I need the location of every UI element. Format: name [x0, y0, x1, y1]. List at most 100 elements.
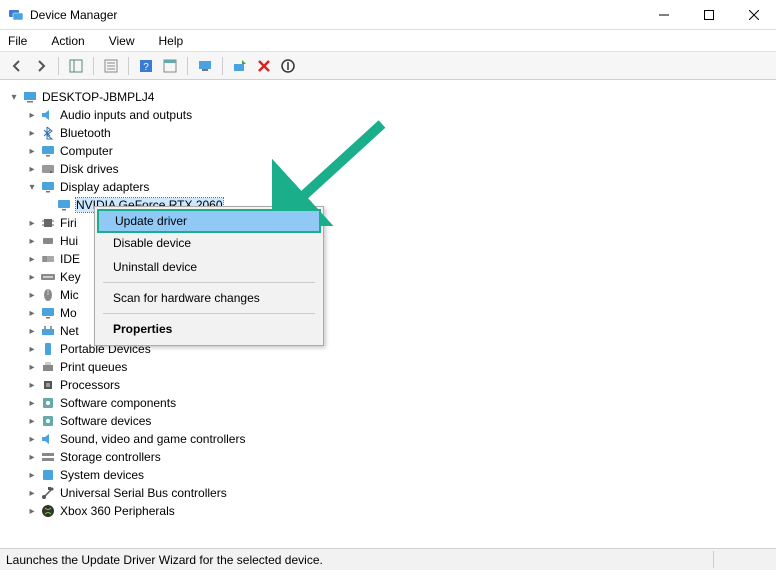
xbox-icon — [40, 503, 56, 519]
tree-category[interactable]: ▸Audio inputs and outputs — [0, 106, 776, 124]
menu-view[interactable]: View — [105, 32, 139, 50]
tree-category[interactable]: ▸ Print queues — [0, 358, 776, 376]
expander-icon[interactable]: ▸ — [26, 361, 38, 373]
context-menu-item[interactable]: Scan for hardware changes — [97, 286, 321, 310]
action-list-button[interactable] — [159, 55, 181, 77]
monitor-icon — [40, 143, 56, 159]
expander-icon[interactable]: ▸ — [26, 307, 38, 319]
tree-category-label: Universal Serial Bus controllers — [60, 486, 227, 500]
monitor-icon — [56, 197, 72, 213]
software-icon — [40, 395, 56, 411]
cpu-icon — [40, 377, 56, 393]
forward-button[interactable] — [30, 55, 52, 77]
expander-icon[interactable]: ▸ — [26, 127, 38, 139]
expander-icon[interactable]: ▸ — [26, 379, 38, 391]
tree-category[interactable]: ▸ Computer — [0, 142, 776, 160]
tree-category[interactable]: ▸Bluetooth — [0, 124, 776, 142]
tree-category[interactable]: ▾ Display adapters — [0, 178, 776, 196]
tree-category-label: Display adapters — [60, 180, 149, 194]
tree-category[interactable]: ▸ System devices — [0, 466, 776, 484]
expander-icon[interactable]: ▸ — [26, 163, 38, 175]
svg-text:?: ? — [143, 62, 149, 73]
tree-category-label: System devices — [60, 468, 144, 482]
mouse-icon — [40, 287, 56, 303]
expander-icon[interactable]: ▸ — [26, 235, 38, 247]
network-icon — [40, 323, 56, 339]
expander-icon[interactable]: ▸ — [26, 397, 38, 409]
context-menu-item[interactable]: Update driver — [97, 209, 321, 233]
maximize-button[interactable] — [686, 0, 731, 30]
tree-category-label: Disk drives — [60, 162, 119, 176]
properties-button[interactable] — [100, 55, 122, 77]
tree-category-label: Computer — [60, 144, 113, 158]
tree-category[interactable]: ▸ Disk drives — [0, 160, 776, 178]
disable-button[interactable] — [277, 55, 299, 77]
minimize-button[interactable] — [641, 0, 686, 30]
titlebar: Device Manager — [0, 0, 776, 30]
show-hide-tree-button[interactable] — [65, 55, 87, 77]
tree-category-label: Key — [60, 270, 81, 284]
portable-icon — [40, 341, 56, 357]
tree-category-label: Print queues — [60, 360, 127, 374]
expander-icon[interactable]: ▸ — [26, 145, 38, 157]
tree-category[interactable]: ▸Software components — [0, 394, 776, 412]
tree-category-label: Processors — [60, 378, 120, 392]
tree-category-label: Xbox 360 Peripherals — [60, 504, 175, 518]
speaker-icon — [40, 431, 56, 447]
hid-icon — [40, 233, 56, 249]
tree-category[interactable]: ▸ Xbox 360 Peripherals — [0, 502, 776, 520]
toolbar: ? — [0, 52, 776, 80]
context-menu-separator — [103, 313, 315, 314]
tree-category-label: Firi — [60, 216, 77, 230]
expander-icon[interactable]: ▸ — [26, 433, 38, 445]
tree-category[interactable]: ▸ Processors — [0, 376, 776, 394]
update-driver-button[interactable] — [229, 55, 251, 77]
expander-icon[interactable]: ▸ — [26, 271, 38, 283]
context-menu-item[interactable]: Properties — [97, 317, 321, 341]
menu-help[interactable]: Help — [155, 32, 188, 50]
context-menu-item[interactable]: Uninstall device — [97, 255, 321, 279]
menu-file[interactable]: File — [4, 32, 31, 50]
expander-icon[interactable]: ▸ — [26, 505, 38, 517]
expander-icon[interactable]: ▸ — [26, 253, 38, 265]
uninstall-button[interactable] — [253, 55, 275, 77]
expander-icon[interactable]: ▸ — [26, 109, 38, 121]
tree-category[interactable]: ▸ Software devices — [0, 412, 776, 430]
expander-icon[interactable]: ▾ — [26, 181, 38, 193]
status-text: Launches the Update Driver Wizard for th… — [6, 553, 323, 567]
tree-root-label: DESKTOP-JBMPLJ4 — [42, 90, 154, 104]
tree-category-label: Sound, video and game controllers — [60, 432, 245, 446]
scan-hardware-button[interactable] — [194, 55, 216, 77]
pc-icon — [22, 89, 38, 105]
expander-icon[interactable]: ▸ — [26, 343, 38, 355]
tree-category[interactable]: ▸Storage controllers — [0, 448, 776, 466]
tree-category-label: Mic — [60, 288, 79, 302]
back-button[interactable] — [6, 55, 28, 77]
expander-icon[interactable]: ▸ — [26, 469, 38, 481]
expander-icon[interactable]: ▸ — [26, 217, 38, 229]
expander-icon[interactable]: ▸ — [26, 415, 38, 427]
speaker-icon — [40, 107, 56, 123]
ide-icon — [40, 251, 56, 267]
tree-category-label: IDE — [60, 252, 80, 266]
tree-root[interactable]: ▾ DESKTOP-JBMPLJ4 — [0, 88, 776, 106]
expander-icon[interactable]: ▾ — [8, 91, 20, 103]
close-button[interactable] — [731, 0, 776, 30]
help-button[interactable]: ? — [135, 55, 157, 77]
software-icon — [40, 413, 56, 429]
expander-icon[interactable]: ▸ — [26, 451, 38, 463]
app-icon — [8, 7, 24, 23]
expander-icon[interactable]: ▸ — [26, 487, 38, 499]
menu-action[interactable]: Action — [47, 32, 88, 50]
tree-category[interactable]: ▸ Sound, video and game controllers — [0, 430, 776, 448]
tree-category-label: Net — [60, 324, 79, 338]
statusbar: Launches the Update Driver Wizard for th… — [0, 548, 776, 570]
expander-icon[interactable]: ▸ — [26, 325, 38, 337]
usb-icon — [40, 485, 56, 501]
expander-icon[interactable]: ▸ — [26, 289, 38, 301]
bluetooth-icon — [40, 125, 56, 141]
tree-category-label: Software devices — [60, 414, 151, 428]
window-title: Device Manager — [30, 8, 641, 22]
context-menu-item[interactable]: Disable device — [97, 231, 321, 255]
tree-category[interactable]: ▸ Universal Serial Bus controllers — [0, 484, 776, 502]
